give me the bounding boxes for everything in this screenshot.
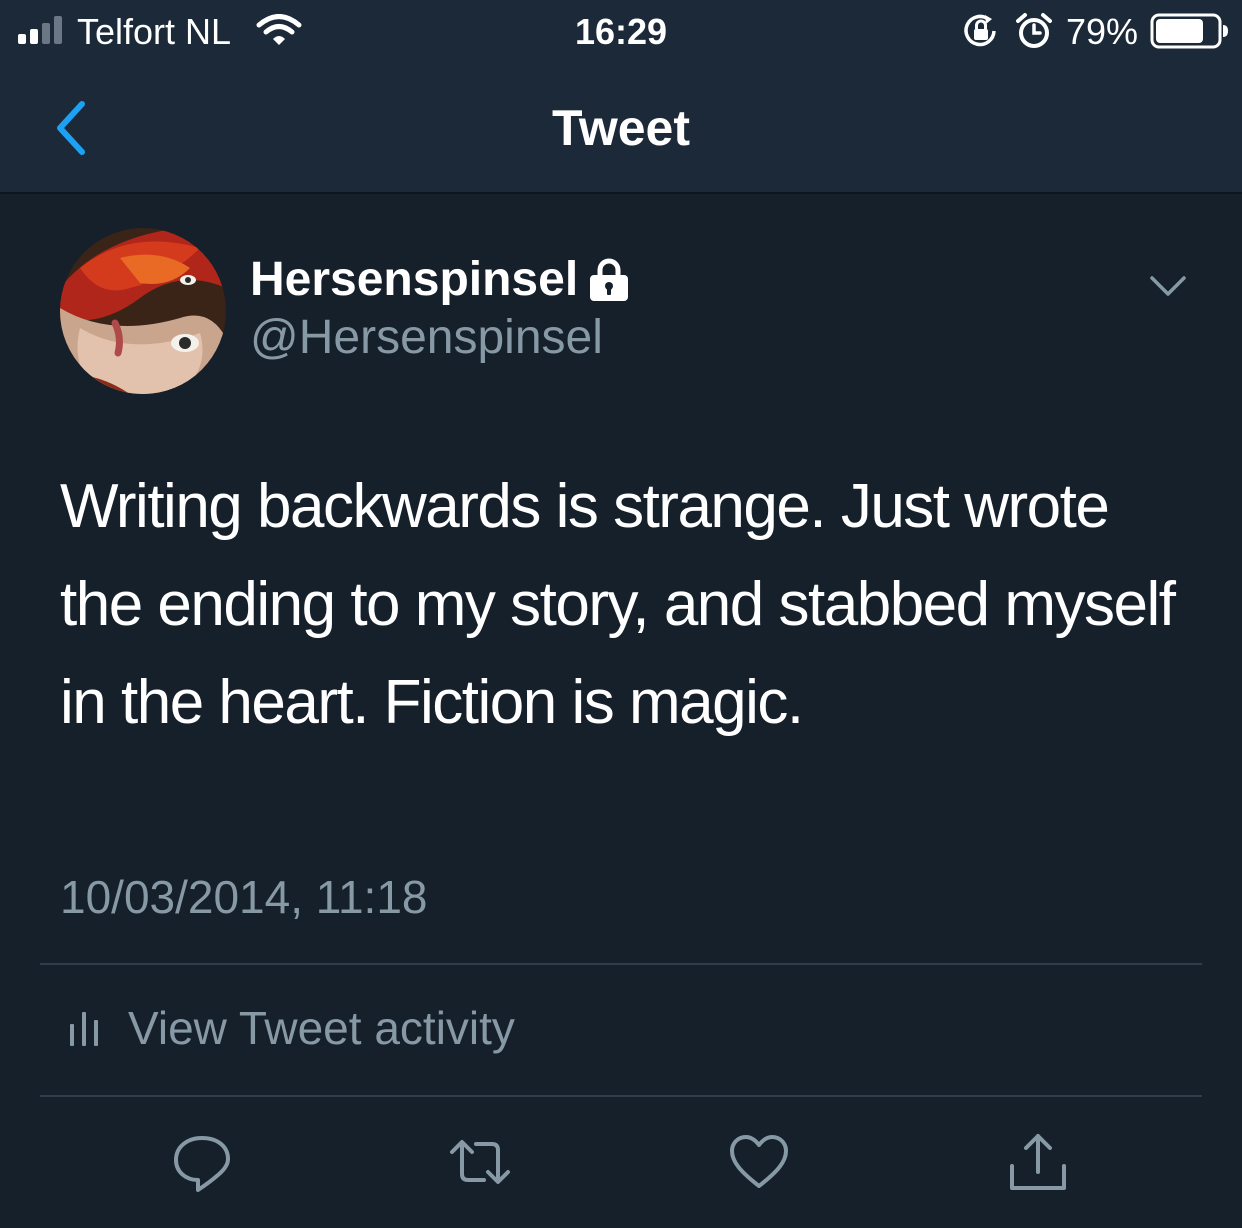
share-icon[interactable]	[1006, 1130, 1070, 1194]
retweet-icon[interactable]	[448, 1130, 512, 1194]
chevron-down-icon[interactable]	[1148, 270, 1188, 300]
user-handle[interactable]: @Hersenspinsel	[250, 308, 603, 368]
activity-label: View Tweet activity	[128, 1002, 515, 1054]
status-time: 16:29	[574, 11, 668, 52]
lock-icon	[590, 258, 628, 301]
divider	[40, 1095, 1202, 1097]
reply-icon[interactable]	[170, 1130, 234, 1194]
status-bar: Telfort NL 16:29 79%	[0, 0, 1242, 64]
orientation-lock-icon	[964, 14, 996, 47]
page-title: Tweet	[552, 100, 690, 156]
battery-icon	[1150, 13, 1228, 49]
alarm-icon	[1016, 13, 1052, 48]
battery-percent: 79%	[1066, 11, 1139, 52]
bar-chart-icon	[70, 1012, 98, 1046]
tweet-detail-screen: Telfort NL 16:29 79% Tweet Hersenspinsel…	[0, 0, 1242, 1228]
divider	[40, 963, 1202, 965]
avatar[interactable]	[60, 228, 226, 394]
navigation-bar: Tweet	[0, 64, 1242, 194]
display-name[interactable]: Hersenspinsel	[250, 250, 578, 310]
like-icon[interactable]	[727, 1130, 791, 1194]
tweet-timestamp: 10/03/2014, 11:18	[60, 871, 428, 923]
avatar-image	[60, 228, 226, 394]
tweet-text: Writing backwards is strange. Just wrote…	[60, 472, 1176, 737]
